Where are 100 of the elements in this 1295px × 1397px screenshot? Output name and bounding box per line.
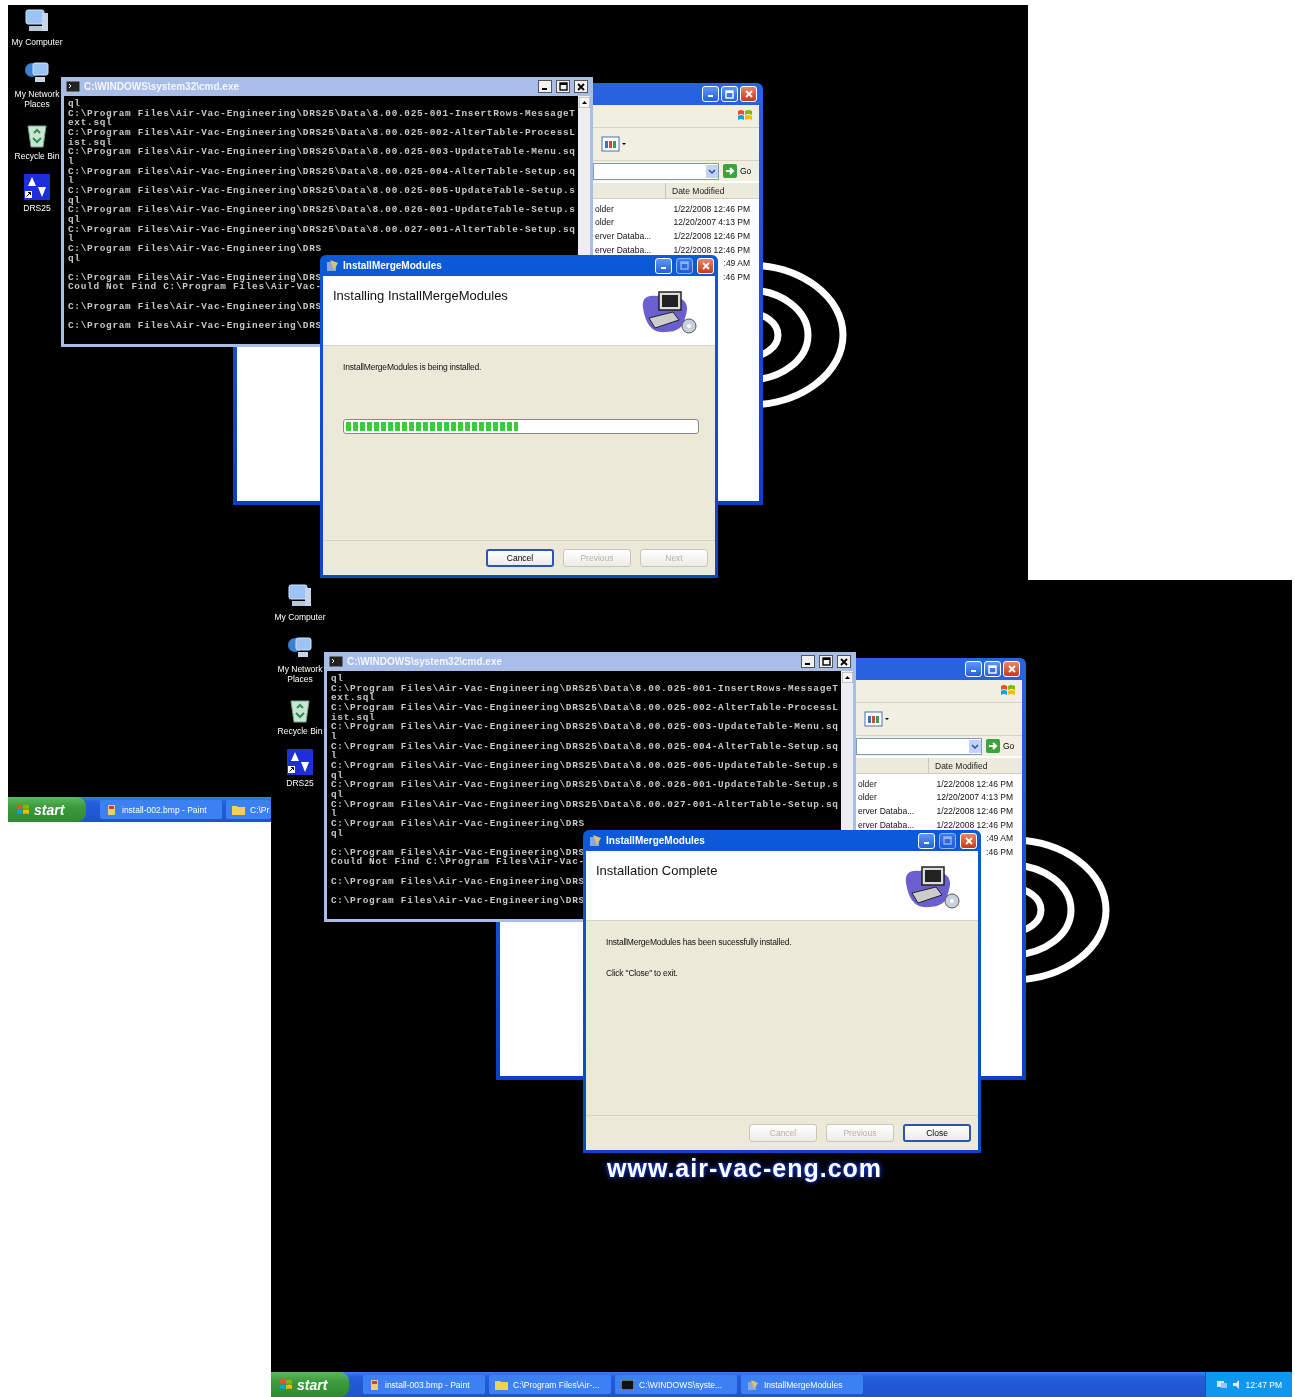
console-output-line: l	[331, 751, 338, 761]
taskbar-item[interactable]: C:\Program Files\Air-...	[489, 1375, 611, 1394]
console-output-line: C:\Program Files\Air-Vac-Engineering\DRS	[331, 896, 585, 906]
scroll-up-arrow-icon[interactable]	[578, 97, 590, 108]
maximize-icon	[943, 836, 952, 845]
dialog-button[interactable]: Cancel	[486, 549, 554, 567]
close-icon	[744, 90, 753, 98]
status-message: InstallMergeModules is being installed.	[343, 362, 483, 372]
windows-flag-icon	[16, 803, 30, 816]
scroll-up-arrow-icon[interactable]	[841, 672, 853, 683]
folder-icon	[232, 804, 245, 815]
desktop-icon-label[interactable]: My Computer	[9, 37, 65, 47]
console-output-line: ql	[331, 674, 344, 684]
console-output-line: C:\Program Files\Air-Vac-Engineering\DRS25\Data\8.00.025-005-UpdateTable-Setup.s	[331, 760, 839, 771]
dialog-button[interactable]: Close	[903, 1124, 971, 1142]
windows-flag-icon	[279, 1378, 293, 1391]
table-cell: erver Databa...	[858, 819, 915, 830]
taskbar-item[interactable]: install-002.bmp - Paint	[100, 800, 222, 819]
console-output-line: ist.sql	[68, 137, 113, 148]
console-output-line: l	[331, 731, 338, 742]
console-output-line: C:\Program Files\Air-Vac-Engineering\DRS25\Data\8.00.025-002-AlterTable-ProcessL	[331, 702, 839, 713]
console-output-line: C:\Program Files\Air-Vac-Engineering\DRS25\Data\8.00.025-001-InsertRows-MessageT	[68, 108, 576, 119]
taskbar-item[interactable]: InstallMergeModules	[741, 1375, 863, 1394]
maximize-button[interactable]	[556, 80, 570, 93]
console-output-line: C:\Program Files\Air-Vac-Engineering\DRS25\Data\8.00.025-002-AlterTable-ProcessL	[68, 127, 576, 138]
desktop-icon-label[interactable]: Recycle Bin	[9, 151, 65, 161]
table-cell: :46 PM	[986, 846, 1013, 857]
console-output-line: C:\Program Files\Air-Vac-Engineering\DRS	[68, 243, 322, 254]
console-output-line: Could Not Find C:\Program Files\Air-Vac-	[331, 857, 585, 868]
view-menu-icon[interactable]	[601, 136, 627, 152]
start-button[interactable]: start	[8, 797, 86, 822]
maximize-icon	[988, 664, 997, 674]
close-icon	[964, 836, 973, 845]
minimize-button[interactable]	[538, 80, 552, 93]
maximize-icon	[725, 89, 734, 99]
console-output-line: l	[68, 156, 75, 167]
console-output-line: C:\Program Files\Air-Vac-Engineering\DRS	[68, 321, 322, 331]
desktop-icon-label[interactable]: Recycle Bin	[272, 726, 328, 736]
console-icon	[329, 656, 343, 667]
console-output-line: ist.sql	[331, 712, 376, 723]
close-icon	[577, 82, 585, 91]
table-cell: erver Databa...	[858, 806, 915, 816]
installer-icon	[589, 834, 602, 847]
console-output-line: ql	[331, 828, 344, 839]
table-cell: 1/22/2008 12:46 PM	[936, 819, 1013, 830]
desktop-icon-label[interactable]: DRS25	[272, 778, 328, 788]
console-output-line: C:\Program Files\Air-Vac-Engineering\DRS25\Data\8.00.025-004-AlterTable-Setup.sq	[331, 741, 839, 752]
taskbar-item[interactable]: install-003.bmp - Paint	[363, 1375, 485, 1394]
console-output-line: ql	[331, 770, 344, 781]
console-output-line: l	[331, 809, 338, 819]
console-output-line: C:\Program Files\Air-Vac-Engineering\DRS25\Data\8.00.027-001-AlterTable-Setup.sq	[331, 799, 839, 810]
app-shortcut-icon[interactable]	[23, 173, 51, 201]
table-cell: older	[595, 203, 614, 214]
desktop-icon-label[interactable]: My Computer	[272, 612, 328, 622]
maximize-icon	[821, 657, 831, 666]
console-output-line: C:\Program Files\Air-Vac-Engineering\DRS	[331, 818, 585, 829]
close-icon	[701, 261, 710, 270]
close-icon	[840, 657, 848, 666]
address-field[interactable]	[593, 162, 719, 180]
app-shortcut-icon[interactable]	[286, 748, 314, 776]
desktop-icon-label[interactable]: DRS25	[9, 203, 65, 213]
console-output-line: C:\Program Files\Air-Vac-Engineering\DRS	[68, 272, 322, 283]
console-output-line: C:\Program Files\Air-Vac-Engineering\DRS	[331, 847, 585, 858]
installer-icon	[326, 259, 339, 272]
maximize-button[interactable]	[819, 655, 833, 668]
desktop-icon-label[interactable]: My Network Places	[9, 89, 65, 109]
console-output-line: C:\Program Files\Air-Vac-Engineering\DRS	[331, 876, 585, 887]
minimize-button[interactable]	[801, 655, 815, 668]
console-output-line: ql	[331, 789, 344, 800]
dialog-title: InstallMergeModules	[606, 835, 706, 846]
start-button[interactable]: start	[271, 1372, 349, 1397]
console-output-line: C:\Program Files\Air-Vac-Engineering\DRS25\Data\8.00.025-005-UpdateTable-Setup.s	[68, 185, 576, 196]
console-output-line: ext.sql	[68, 118, 113, 128]
dialog-heading: Installation Complete	[596, 863, 718, 878]
view-menu-icon[interactable]	[864, 711, 890, 727]
folder-icon	[495, 1379, 508, 1390]
console-output-line: ext.sql	[331, 693, 376, 703]
go-button[interactable]: Go	[723, 164, 752, 178]
table-cell: erver Databa...	[595, 231, 652, 241]
console-output-line: C:\Program Files\Air-Vac-Engineering\DRS25\Data\8.00.026-001-UpdateTable-Setup.s	[331, 780, 839, 790]
address-field[interactable]	[856, 737, 982, 755]
table-cell: :46 PM	[723, 271, 750, 282]
speaker-icon[interactable]	[1231, 1379, 1242, 1390]
console-icon	[66, 81, 80, 92]
taskbar-item[interactable]: C:\WINDOWS\syste...	[615, 1375, 737, 1394]
taskbar-item[interactable]: C:\Pr	[226, 800, 272, 819]
desktop-icon-label[interactable]: My Network Places	[272, 664, 328, 684]
console-output-line: C:\Program Files\Air-Vac-Engineering\DRS25\Data\8.00.025-003-UpdateTable-Menu.sq	[331, 722, 839, 732]
console-output-line: C:\Program Files\Air-Vac-Engineering\DRS25\Data\8.00.025-004-AlterTable-Setup.sq	[68, 166, 576, 177]
close-button[interactable]	[837, 655, 851, 668]
go-button[interactable]: Go	[986, 739, 1015, 753]
arrow-icon	[723, 164, 737, 178]
arrow-icon	[986, 739, 1000, 753]
table-cell: older	[858, 792, 877, 803]
console-output-line: ql	[68, 214, 81, 225]
status-message: InstallMergeModules has been sucessfully installed.	[606, 937, 793, 947]
console-output-line: ql	[68, 253, 81, 264]
table-cell: older	[595, 217, 614, 228]
console-output-line: l	[68, 176, 75, 186]
close-button[interactable]	[574, 80, 588, 93]
